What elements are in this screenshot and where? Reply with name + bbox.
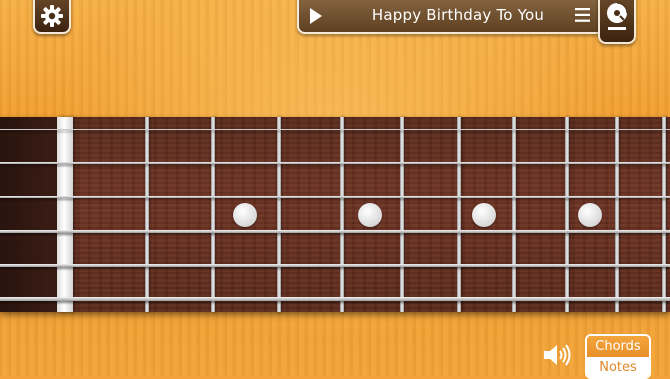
mode-toggle: Chords Notes (585, 334, 651, 379)
fret (615, 117, 619, 312)
fret-inlay-dot (578, 203, 602, 227)
disc-icon (607, 2, 628, 30)
speaker-icon[interactable] (543, 343, 571, 367)
fret-inlay-dot (472, 203, 496, 227)
guitar-string[interactable] (0, 264, 670, 267)
fret (662, 117, 666, 312)
guitar-string[interactable] (0, 129, 670, 130)
fret-inlay-dot (358, 203, 382, 227)
fret (512, 117, 516, 312)
menu-icon[interactable] (575, 8, 590, 22)
guitar-nut (57, 117, 73, 312)
fret (457, 117, 461, 312)
guitar-string[interactable] (0, 196, 670, 198)
chords-mode-button[interactable]: Chords (587, 336, 649, 357)
fretboard[interactable] (0, 117, 670, 312)
gear-icon (41, 5, 63, 27)
headstock (0, 117, 57, 312)
song-title[interactable]: Happy Birthday To You (343, 6, 573, 24)
guitar-string[interactable] (0, 297, 670, 301)
fret (565, 117, 569, 312)
guitar-string[interactable] (0, 162, 670, 164)
fret (340, 117, 344, 312)
fret (145, 117, 149, 312)
song-bar: Happy Birthday To You (297, 0, 603, 34)
fret-inlay-dot (233, 203, 257, 227)
fret (277, 117, 281, 312)
fret (211, 117, 215, 312)
play-icon[interactable] (309, 7, 323, 25)
song-library-button[interactable] (598, 0, 636, 44)
guitar-string[interactable] (0, 230, 670, 233)
fret (400, 117, 404, 312)
settings-button[interactable] (33, 0, 71, 34)
